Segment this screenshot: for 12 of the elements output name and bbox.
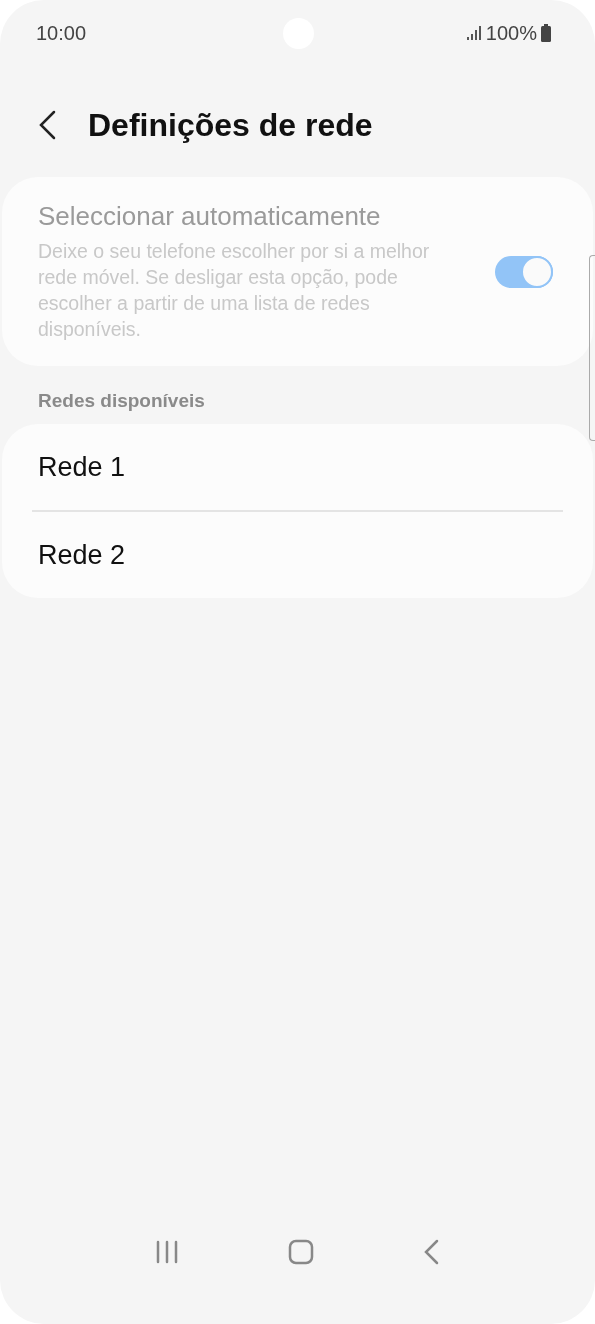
recent-apps-button[interactable]: [154, 1240, 179, 1264]
status-time: 10:00: [36, 21, 87, 45]
battery-level: 100%: [485, 21, 537, 45]
back-nav-button[interactable]: [424, 1239, 441, 1265]
network-item[interactable]: Rede 1: [38, 451, 126, 483]
home-button[interactable]: [288, 1239, 315, 1265]
battery-icon: [541, 24, 551, 42]
setting-title: Seleccionar automaticamente: [38, 201, 382, 232]
signal-icon: [465, 25, 482, 41]
page-title: Definições de rede: [88, 106, 373, 144]
section-title: Redes disponíveis: [37, 389, 206, 413]
network-item[interactable]: Rede 2: [38, 539, 126, 571]
